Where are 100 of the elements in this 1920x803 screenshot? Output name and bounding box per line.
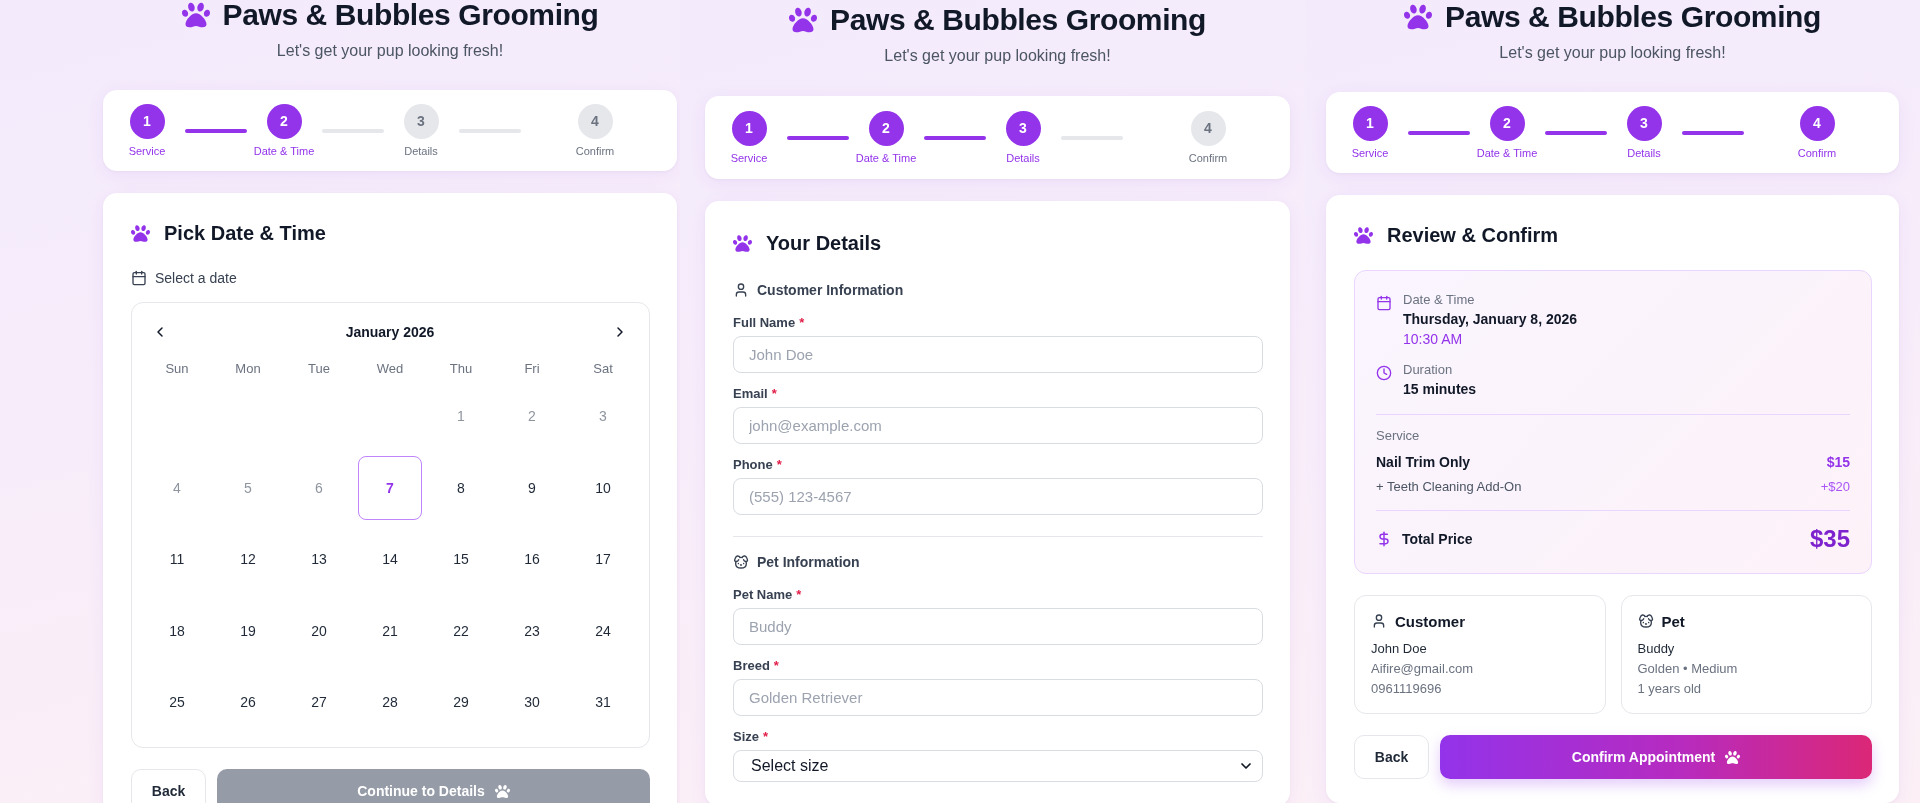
- summary-value: Thursday, January 8, 2026: [1403, 310, 1578, 329]
- step-number: 3: [403, 103, 439, 139]
- info-line: John Doe: [1371, 640, 1428, 658]
- text-field[interactable]: john@example.com: [733, 407, 1263, 444]
- calendar-icon: [131, 270, 147, 286]
- step-number: 4: [1190, 110, 1226, 146]
- field-label: Full Name *: [733, 314, 806, 332]
- step-number: 1: [1352, 105, 1388, 141]
- section-title: Pet Information: [757, 553, 860, 572]
- addon-name: + Teeth Cleaning Add-On: [1376, 478, 1522, 496]
- calendar-day[interactable]: 26: [240, 694, 256, 710]
- select-field[interactable]: Select size: [733, 750, 1263, 782]
- field-label: Email *: [733, 385, 778, 403]
- info-line: Golden • Medium: [1637, 660, 1739, 678]
- calendar-day[interactable]: 31: [595, 694, 611, 710]
- text-field[interactable]: Golden Retriever: [733, 679, 1263, 716]
- user-icon: [1371, 613, 1387, 629]
- text-field[interactable]: John Doe: [733, 336, 1263, 373]
- calendar-icon: [1376, 295, 1392, 311]
- info-line: Aifire@gmail.com: [1371, 660, 1475, 678]
- step-label: Details: [1006, 150, 1040, 165]
- step-number: 2: [266, 103, 302, 139]
- dog-icon: [1637, 613, 1654, 629]
- calendar-day[interactable]: 10: [595, 479, 611, 496]
- calendar-day[interactable]: 18: [169, 622, 185, 639]
- weekday-label: Thu: [449, 360, 473, 378]
- calendar-day[interactable]: 8: [457, 479, 465, 496]
- weekday-label: Wed: [376, 360, 404, 378]
- calendar-day[interactable]: 20: [311, 622, 327, 639]
- addon-price: +$20: [1820, 478, 1850, 496]
- step-label: Service: [730, 150, 768, 165]
- field-label: Breed *: [733, 657, 780, 675]
- calendar-day[interactable]: 9: [528, 479, 536, 496]
- step-label: Confirm: [1188, 150, 1228, 165]
- calendar-day[interactable]: 28: [382, 694, 398, 710]
- calendar-day[interactable]: 30: [524, 694, 540, 710]
- calendar-day[interactable]: 22: [453, 622, 469, 639]
- field-label: Phone *: [733, 456, 783, 474]
- back-button[interactable]: Back: [1354, 735, 1429, 779]
- field-label: Size *: [733, 728, 770, 746]
- card-heading: Review & Confirm: [1387, 223, 1559, 247]
- service-name: Nail Trim Only: [1376, 453, 1471, 472]
- calendar-day[interactable]: 7: [358, 455, 422, 520]
- calendar-day[interactable]: 17: [595, 551, 611, 567]
- calendar-day[interactable]: 11: [169, 551, 185, 567]
- text-field[interactable]: (555) 123-4567: [733, 478, 1263, 515]
- paw-icon: [181, 1, 210, 29]
- section-title: Customer Information: [757, 281, 904, 300]
- calendar-day[interactable]: 16: [524, 551, 540, 567]
- dollar-icon: [1376, 531, 1392, 547]
- step-number: 2: [1489, 105, 1525, 141]
- summary-label: Duration: [1403, 361, 1454, 379]
- calendar-day[interactable]: 13: [311, 551, 327, 567]
- calendar-day[interactable]: 14: [382, 551, 398, 567]
- calendar-day[interactable]: 27: [311, 694, 327, 710]
- calendar-day[interactable]: 29: [453, 694, 469, 710]
- paw-icon: [789, 6, 818, 34]
- step-number: 1: [129, 103, 165, 139]
- weekday-label: Tue: [308, 360, 330, 378]
- clock-icon: [1376, 365, 1392, 381]
- service-price: $15: [1826, 453, 1850, 472]
- total-price: $35: [1809, 524, 1850, 554]
- info-card-title: Pet: [1661, 612, 1685, 630]
- calendar-day[interactable]: 24: [595, 622, 611, 639]
- paw-icon: [494, 783, 510, 799]
- step-label: Details: [1627, 145, 1661, 160]
- summary-label: Date & Time: [1403, 291, 1476, 309]
- step-number: 4: [1799, 105, 1835, 141]
- calendar-day[interactable]: 25: [169, 694, 185, 710]
- calendar-day[interactable]: 12: [240, 551, 256, 567]
- step-number: 3: [1626, 105, 1662, 141]
- date-prompt: Select a date: [155, 269, 237, 288]
- info-line: 0961119696: [1371, 680, 1443, 698]
- submit-button[interactable]: Confirm Appointment: [1440, 735, 1872, 779]
- step-label: Confirm: [1797, 145, 1837, 160]
- step-label: Details: [404, 143, 438, 158]
- step-number: 1: [731, 110, 767, 146]
- field-label: Pet Name *: [733, 586, 803, 604]
- paw-icon: [733, 233, 752, 253]
- step-number: 3: [1005, 110, 1041, 146]
- step-label: Confirm: [575, 143, 615, 158]
- card-heading: Pick Date & Time: [164, 221, 326, 245]
- step-label: Date & Time: [253, 143, 315, 158]
- page-title: Paws & Bubbles Grooming: [222, 0, 599, 33]
- page-title: Paws & Bubbles Grooming: [1445, 0, 1821, 35]
- back-button[interactable]: Back: [131, 769, 206, 803]
- appointment-time: 10:30 AM: [1403, 330, 1464, 349]
- summary-label: Service: [1376, 427, 1421, 445]
- step-number: 4: [577, 103, 613, 139]
- calendar-month: January 2026: [345, 324, 435, 340]
- calendar-day[interactable]: 19: [240, 622, 256, 639]
- calendar-day[interactable]: 21: [382, 622, 398, 639]
- paw-icon: [1354, 225, 1373, 245]
- user-icon: [733, 282, 749, 298]
- total-label: Total Price: [1402, 531, 1473, 547]
- weekday-label: Sun: [165, 360, 189, 378]
- calendar-day[interactable]: 15: [453, 551, 469, 567]
- paw-icon: [1725, 749, 1741, 765]
- text-field[interactable]: Buddy: [733, 608, 1263, 645]
- calendar-day[interactable]: 23: [524, 622, 540, 639]
